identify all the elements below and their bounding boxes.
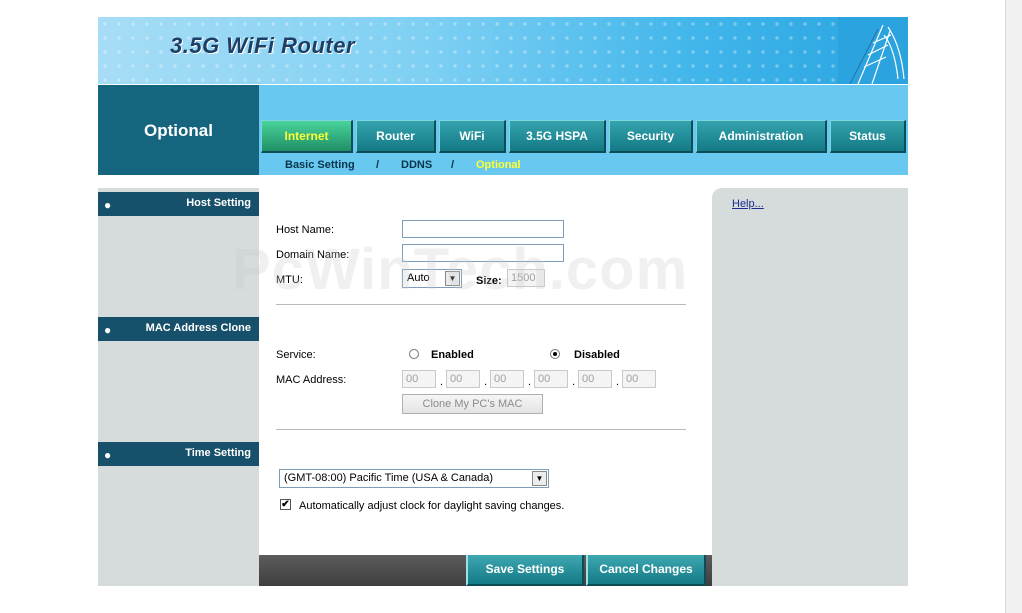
mac-separator: . bbox=[440, 376, 444, 388]
dst-label: Automatically adjust clock for daylight … bbox=[299, 500, 565, 512]
chevron-down-icon: ▼ bbox=[532, 471, 547, 486]
cancel-changes-button[interactable]: Cancel Changes bbox=[586, 555, 706, 586]
mac-octet-1-input[interactable] bbox=[402, 370, 436, 388]
bullet-icon: ● bbox=[104, 448, 112, 462]
service-disabled-radio[interactable] bbox=[550, 349, 560, 359]
subnav-optional[interactable]: Optional bbox=[476, 159, 521, 171]
section-title: Optional bbox=[144, 121, 213, 140]
header-mac-address-clone: ● MAC Address Clone bbox=[98, 317, 259, 341]
tab-internet[interactable]: Internet bbox=[261, 120, 353, 153]
bullet-icon: ● bbox=[104, 198, 112, 212]
mac-separator: . bbox=[528, 376, 532, 388]
mac-octet-5-input[interactable] bbox=[578, 370, 612, 388]
dst-checkbox[interactable]: ✔ bbox=[280, 499, 291, 510]
divider bbox=[276, 304, 686, 305]
sub-navigation: Basic Setting / DDNS / Optional bbox=[259, 155, 908, 175]
watermark: PcWinTech.com bbox=[232, 237, 689, 302]
timezone-selected-value: (GMT-08:00) Pacific Time (USA & Canada) bbox=[284, 472, 494, 484]
mac-separator: . bbox=[484, 376, 488, 388]
mac-separator: . bbox=[572, 376, 576, 388]
service-label: Service: bbox=[276, 349, 316, 361]
tab-status[interactable]: Status bbox=[830, 120, 906, 153]
mac-octet-2-input[interactable] bbox=[446, 370, 480, 388]
enabled-label: Enabled bbox=[431, 349, 474, 361]
subnav-basic-setting[interactable]: Basic Setting bbox=[285, 159, 355, 171]
service-enabled-radio[interactable] bbox=[409, 349, 419, 359]
section-label: Time Setting bbox=[185, 447, 251, 459]
satellite-antenna-icon bbox=[838, 17, 908, 84]
header-host-setting: ● Host Setting bbox=[98, 192, 259, 216]
subnav-separator: / bbox=[376, 159, 380, 171]
subnav-ddns[interactable]: DDNS bbox=[401, 159, 432, 171]
section-title-box: Optional bbox=[98, 85, 259, 175]
header-time-setting: ● Time Setting bbox=[98, 442, 259, 466]
mac-octet-4-input[interactable] bbox=[534, 370, 568, 388]
main-tab-bar: Internet Router WiFi 3.5G HSPA Security … bbox=[259, 85, 908, 155]
subnav-separator: / bbox=[451, 159, 455, 171]
save-settings-button[interactable]: Save Settings bbox=[466, 555, 584, 586]
mac-octet-3-input[interactable] bbox=[490, 370, 524, 388]
header-banner: 3.5G WiFi Router bbox=[98, 17, 908, 84]
router-title: 3.5G WiFi Router bbox=[170, 33, 356, 58]
section-label: Host Setting bbox=[186, 197, 251, 209]
divider bbox=[276, 429, 686, 430]
section-label: MAC Address Clone bbox=[145, 322, 251, 334]
disabled-label: Disabled bbox=[574, 349, 620, 361]
vertical-scrollbar[interactable] bbox=[1005, 0, 1022, 613]
tab-3-5g-hspa[interactable]: 3.5G HSPA bbox=[509, 120, 606, 153]
tab-wifi[interactable]: WiFi bbox=[439, 120, 506, 153]
mac-address-label: MAC Address: bbox=[276, 374, 347, 386]
mac-octet-6-input[interactable] bbox=[622, 370, 656, 388]
clone-mac-button[interactable]: Clone My PC's MAC bbox=[402, 394, 543, 414]
tab-administration[interactable]: Administration bbox=[696, 120, 827, 153]
tab-security[interactable]: Security bbox=[609, 120, 693, 153]
host-name-label: Host Name: bbox=[276, 224, 335, 236]
bullet-icon: ● bbox=[104, 323, 112, 337]
mac-separator: . bbox=[616, 376, 620, 388]
help-column: Help... bbox=[712, 188, 908, 586]
help-link[interactable]: Help... bbox=[732, 198, 764, 210]
timezone-select[interactable]: (GMT-08:00) Pacific Time (USA & Canada) … bbox=[279, 469, 549, 488]
action-bar: Save Settings Cancel Changes bbox=[259, 555, 712, 586]
tab-router[interactable]: Router bbox=[356, 120, 436, 153]
